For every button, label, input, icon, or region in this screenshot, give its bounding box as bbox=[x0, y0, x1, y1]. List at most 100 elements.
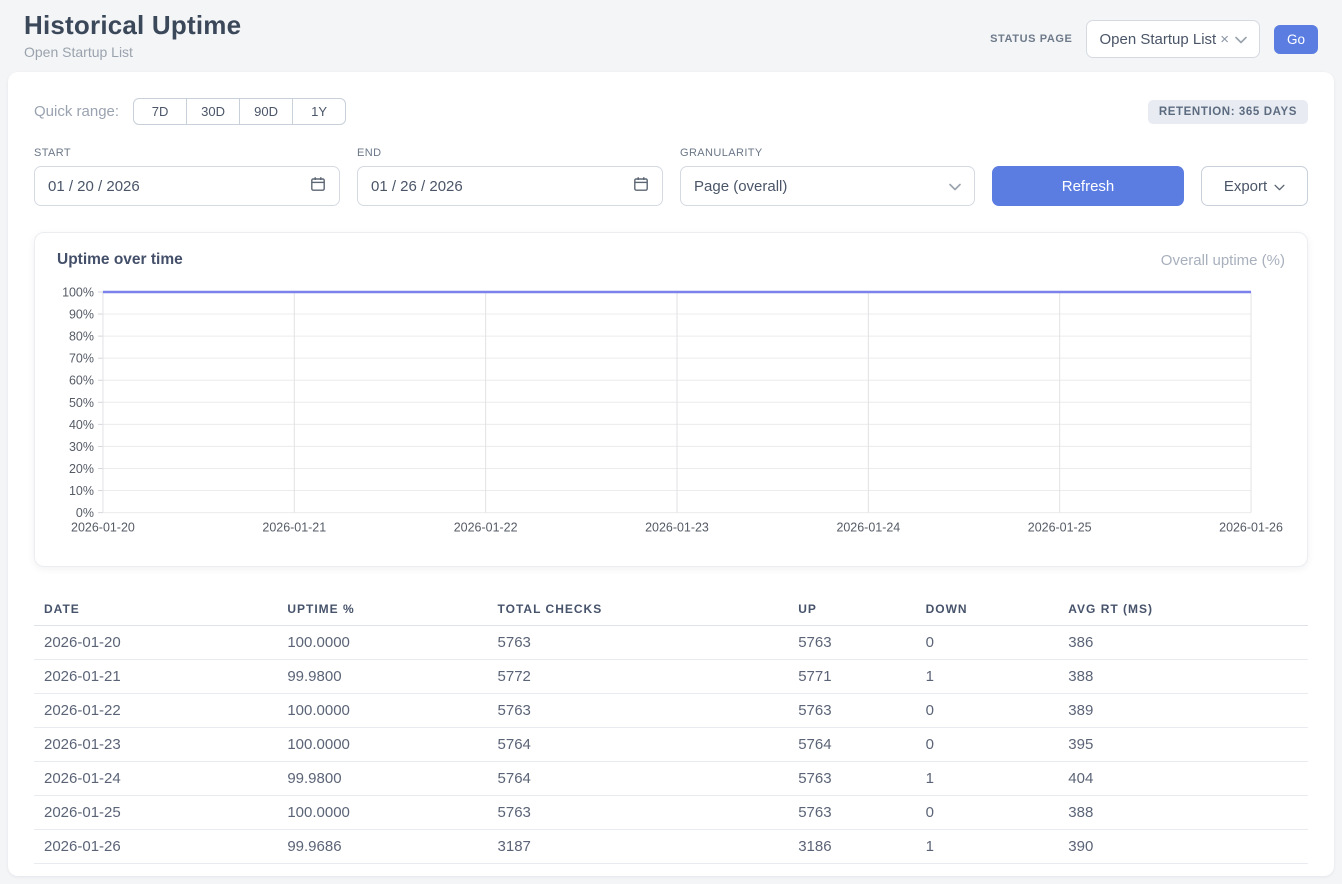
table-cell: 3186 bbox=[788, 830, 915, 864]
table-cell: 1 bbox=[916, 830, 1059, 864]
end-date-input[interactable]: 01 / 26 / 2026 bbox=[357, 166, 663, 206]
clear-selection-icon[interactable]: × bbox=[1220, 31, 1229, 48]
svg-text:60%: 60% bbox=[69, 374, 94, 388]
go-button[interactable]: Go bbox=[1274, 25, 1318, 54]
table-cell: 5763 bbox=[488, 694, 789, 728]
table-cell: 5763 bbox=[788, 796, 915, 830]
calendar-icon[interactable] bbox=[633, 176, 649, 196]
page-subtitle: Open Startup List bbox=[24, 44, 241, 60]
svg-text:2026-01-26: 2026-01-26 bbox=[1219, 521, 1283, 535]
table-row: 2026-01-25100.0000576357630388 bbox=[34, 796, 1308, 830]
svg-text:2026-01-21: 2026-01-21 bbox=[262, 521, 326, 535]
svg-text:2026-01-20: 2026-01-20 bbox=[71, 521, 135, 535]
refresh-button[interactable]: Refresh bbox=[992, 166, 1184, 206]
start-date-input[interactable]: 01 / 20 / 2026 bbox=[34, 166, 340, 206]
chart-legend: Overall uptime (%) bbox=[1161, 252, 1285, 269]
export-button[interactable]: Export bbox=[1201, 166, 1308, 206]
svg-text:40%: 40% bbox=[69, 418, 94, 432]
chevron-down-icon bbox=[1274, 178, 1285, 195]
svg-text:2026-01-23: 2026-01-23 bbox=[645, 521, 709, 535]
top-header: Historical Uptime Open Startup List STAT… bbox=[0, 0, 1342, 72]
table-cell: 0 bbox=[916, 694, 1059, 728]
table-cell: 5771 bbox=[788, 660, 915, 694]
table-cell: 100.0000 bbox=[277, 694, 487, 728]
table-cell: 5763 bbox=[788, 626, 915, 660]
quick-range-30d-button[interactable]: 30D bbox=[186, 98, 240, 125]
uptime-table: DATEUPTIME %TOTAL CHECKSUPDOWNAVG RT (MS… bbox=[34, 593, 1308, 864]
calendar-icon[interactable] bbox=[310, 176, 326, 196]
table-cell: 395 bbox=[1058, 728, 1308, 762]
column-header: DOWN bbox=[916, 593, 1059, 626]
chart-card: Uptime over time Overall uptime (%) 0% 10… bbox=[34, 232, 1308, 567]
export-label: Export bbox=[1224, 178, 1267, 195]
svg-text:2026-01-22: 2026-01-22 bbox=[454, 521, 518, 535]
svg-text:2026-01-25: 2026-01-25 bbox=[1028, 521, 1092, 535]
quick-range-group: Quick range: 7D30D90D1Y bbox=[34, 98, 346, 125]
start-label: START bbox=[34, 147, 340, 159]
quick-range-7d-button[interactable]: 7D bbox=[133, 98, 187, 125]
table-cell: 2026-01-22 bbox=[34, 694, 277, 728]
chart-header: Uptime over time Overall uptime (%) bbox=[57, 251, 1285, 269]
table-cell: 388 bbox=[1058, 660, 1308, 694]
uptime-line-chart: 0%10%20%30%40%50%60%70%80%90%100%2026-01… bbox=[57, 283, 1285, 537]
table-cell: 386 bbox=[1058, 626, 1308, 660]
table-cell: 3187 bbox=[488, 830, 789, 864]
table-cell: 2026-01-23 bbox=[34, 728, 277, 762]
table-cell: 389 bbox=[1058, 694, 1308, 728]
table-row: 2026-01-2699.9686318731861390 bbox=[34, 830, 1308, 864]
table-cell: 99.9686 bbox=[277, 830, 487, 864]
start-date-value: 01 / 20 / 2026 bbox=[48, 178, 140, 195]
table-cell: 390 bbox=[1058, 830, 1308, 864]
table-cell: 100.0000 bbox=[277, 796, 487, 830]
chevron-down-icon bbox=[1235, 31, 1247, 48]
table-cell: 2026-01-26 bbox=[34, 830, 277, 864]
table-cell: 5764 bbox=[488, 762, 789, 796]
quick-range-buttons: 7D30D90D1Y bbox=[133, 98, 346, 125]
svg-text:30%: 30% bbox=[69, 440, 94, 454]
status-page-label: STATUS PAGE bbox=[990, 33, 1072, 45]
table-row: 2026-01-2499.9800576457631404 bbox=[34, 762, 1308, 796]
table-cell: 100.0000 bbox=[277, 626, 487, 660]
table-cell: 0 bbox=[916, 626, 1059, 660]
quick-range-90d-button[interactable]: 90D bbox=[239, 98, 293, 125]
table-cell: 2026-01-25 bbox=[34, 796, 277, 830]
svg-text:100%: 100% bbox=[62, 285, 94, 299]
table-cell: 0 bbox=[916, 728, 1059, 762]
svg-text:2026-01-24: 2026-01-24 bbox=[836, 521, 900, 535]
end-label: END bbox=[357, 147, 663, 159]
granularity-field-group: GRANULARITY Page (overall) bbox=[680, 147, 975, 206]
table-cell: 5763 bbox=[788, 694, 915, 728]
table-cell: 388 bbox=[1058, 796, 1308, 830]
table-cell: 5763 bbox=[488, 626, 789, 660]
page-title: Historical Uptime bbox=[24, 10, 241, 41]
svg-text:0%: 0% bbox=[76, 506, 94, 520]
table-cell: 5764 bbox=[788, 728, 915, 762]
granularity-label: GRANULARITY bbox=[680, 147, 975, 159]
column-header: TOTAL CHECKS bbox=[488, 593, 789, 626]
main-card: Quick range: 7D30D90D1Y RETENTION: 365 D… bbox=[8, 72, 1334, 876]
table-cell: 2026-01-20 bbox=[34, 626, 277, 660]
end-date-field-group: END 01 / 26 / 2026 bbox=[357, 147, 663, 206]
table-cell: 1 bbox=[916, 660, 1059, 694]
table-cell: 99.9800 bbox=[277, 762, 487, 796]
column-header: AVG RT (MS) bbox=[1058, 593, 1308, 626]
table-cell: 5764 bbox=[488, 728, 789, 762]
table-row: 2026-01-2199.9800577257711388 bbox=[34, 660, 1308, 694]
start-date-field-group: START 01 / 20 / 2026 bbox=[34, 147, 340, 206]
table-cell: 404 bbox=[1058, 762, 1308, 796]
svg-text:20%: 20% bbox=[69, 462, 94, 476]
svg-text:10%: 10% bbox=[69, 484, 94, 498]
table-row: 2026-01-23100.0000576457640395 bbox=[34, 728, 1308, 762]
status-page-select[interactable]: Open Startup List × bbox=[1086, 20, 1260, 58]
table-cell: 2026-01-21 bbox=[34, 660, 277, 694]
table-cell: 5763 bbox=[488, 796, 789, 830]
chevron-down-icon bbox=[949, 178, 961, 195]
header-controls: STATUS PAGE Open Startup List × Go bbox=[990, 20, 1318, 58]
quick-range-row: Quick range: 7D30D90D1Y RETENTION: 365 D… bbox=[34, 98, 1308, 125]
retention-badge: RETENTION: 365 DAYS bbox=[1148, 100, 1308, 124]
quick-range-1y-button[interactable]: 1Y bbox=[292, 98, 346, 125]
table-row: 2026-01-22100.0000576357630389 bbox=[34, 694, 1308, 728]
svg-text:80%: 80% bbox=[69, 330, 94, 344]
granularity-select[interactable]: Page (overall) bbox=[680, 166, 975, 206]
filter-form-row: START 01 / 20 / 2026 END 01 / 26 / 2026 … bbox=[34, 147, 1308, 206]
